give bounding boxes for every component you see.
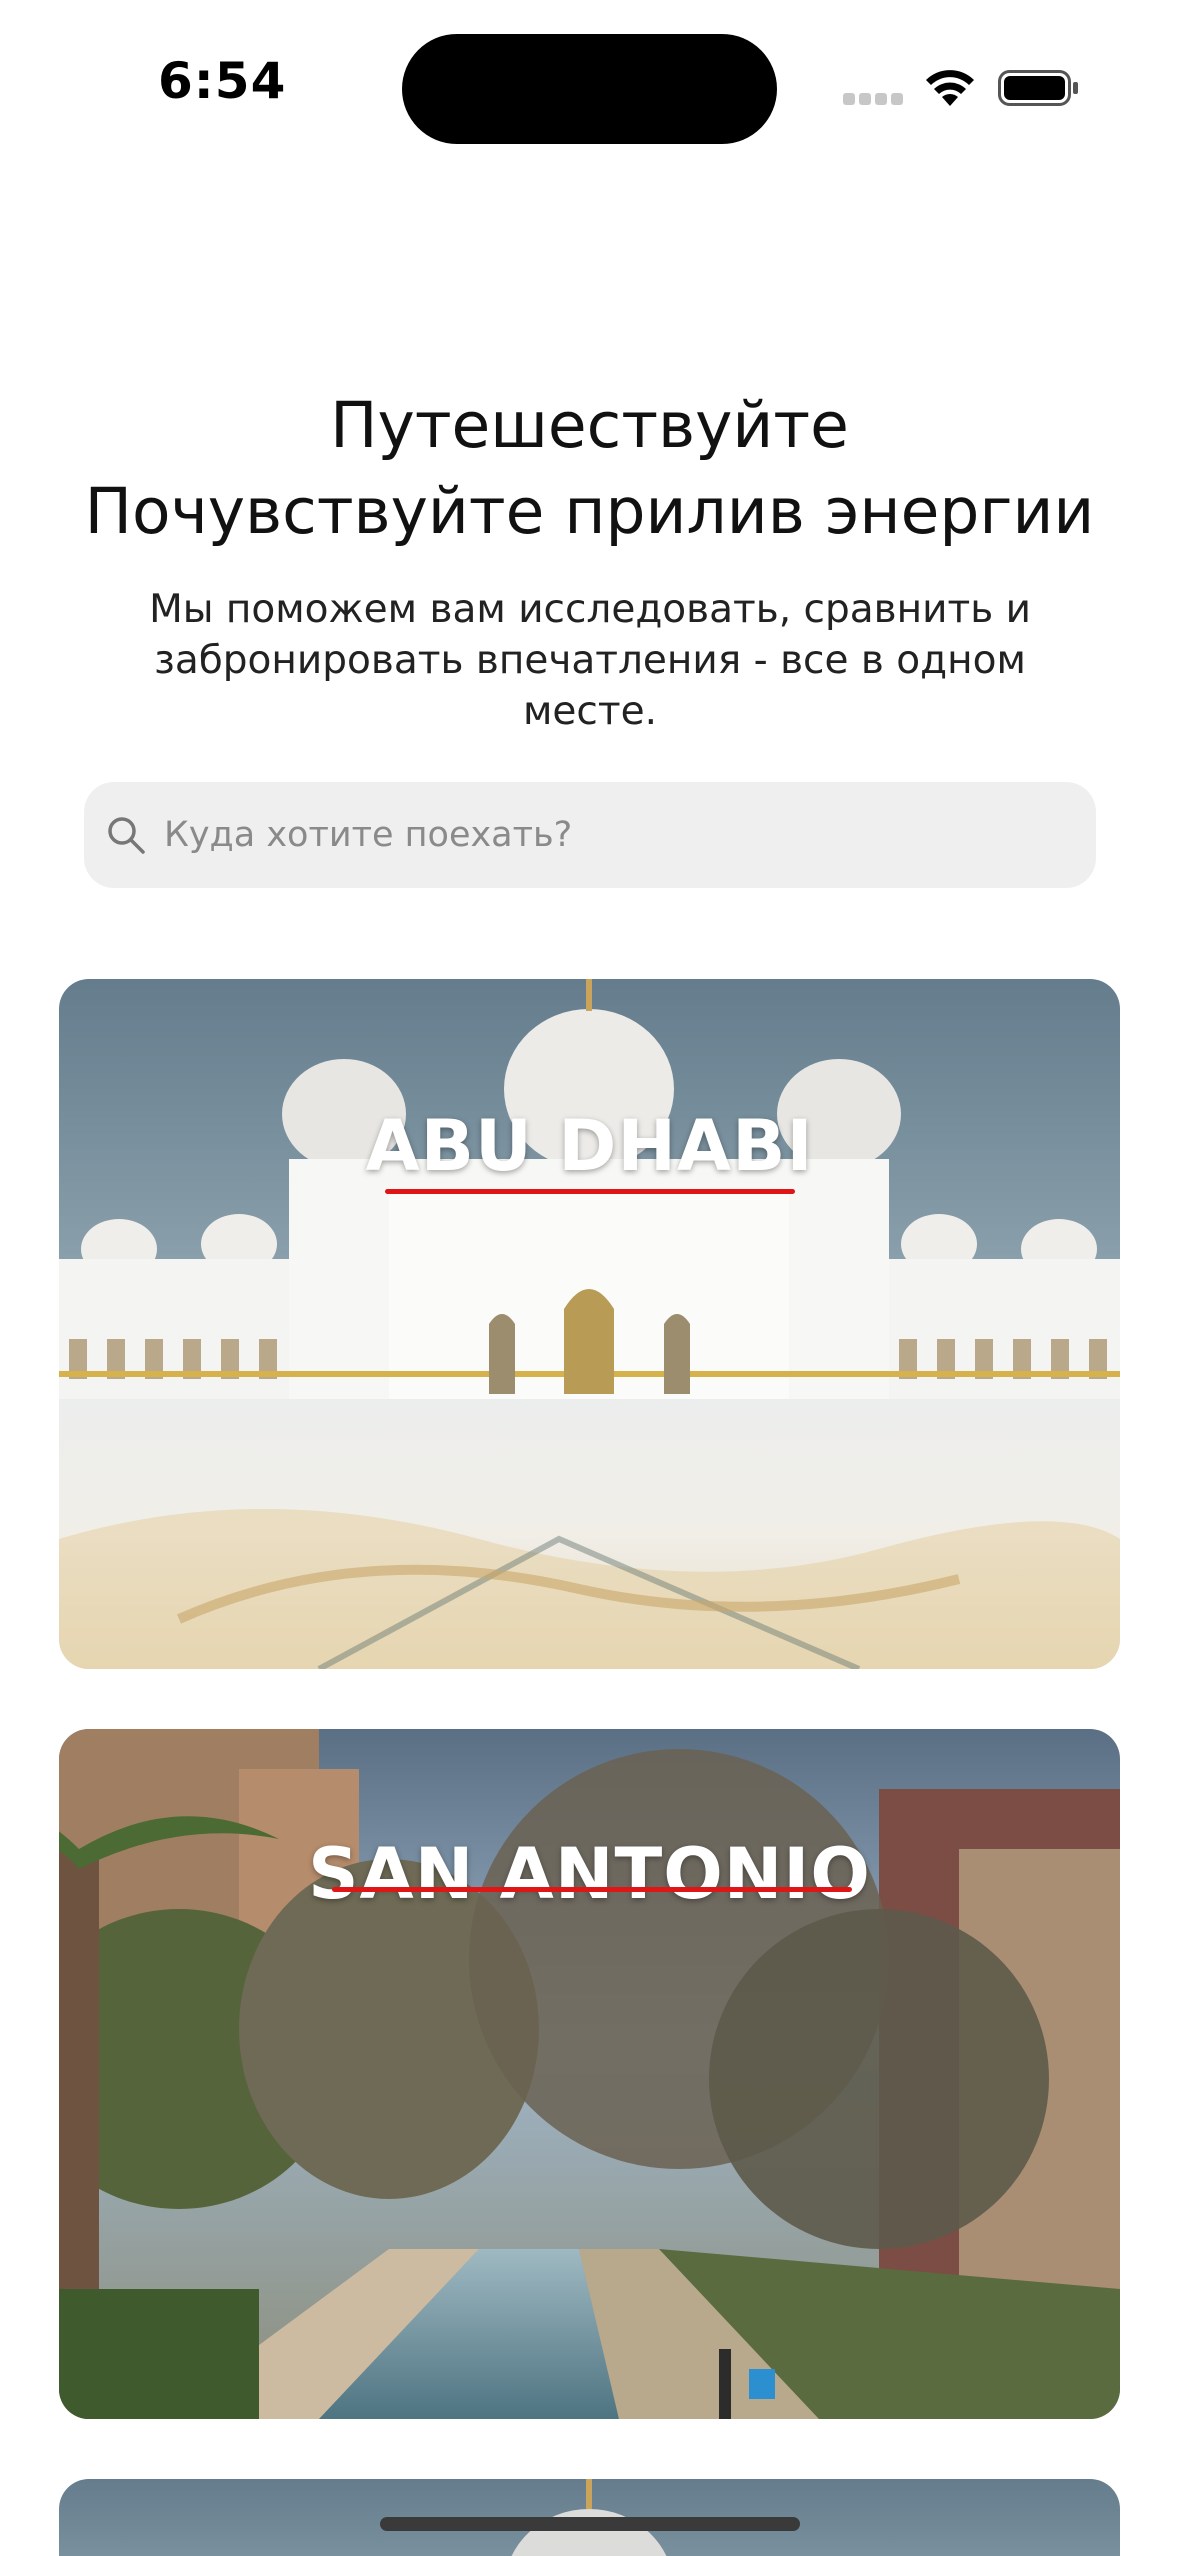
dynamic-island	[402, 34, 777, 144]
search-bar[interactable]	[84, 782, 1096, 888]
title-underline	[332, 1887, 852, 1892]
search-input[interactable]	[162, 814, 1046, 856]
destination-card-abu-dhabi[interactable]: ABU DHABI	[59, 979, 1120, 1669]
battery-icon	[998, 70, 1078, 106]
home-indicator[interactable]	[380, 2517, 800, 2531]
page-title: Путешествуйте	[330, 389, 849, 462]
signal-icon	[843, 93, 905, 107]
title-underline	[385, 1189, 795, 1194]
search-icon	[108, 817, 145, 854]
page-tagline: Почувствуйте прилив энергии	[84, 475, 1095, 548]
destination-title: SAN ANTONIO	[308, 1833, 871, 1915]
page-subtitle: Мы поможем вам исследовать, сравнить и з…	[149, 587, 1031, 734]
destination-image-abu-dhabi	[59, 979, 1120, 1669]
wifi-icon	[926, 70, 974, 106]
status-time: 6:54	[158, 52, 287, 110]
destination-title: ABU DHABI	[365, 1105, 814, 1187]
app-screen: 6:54 Путешествуйте Почувствуйте прилив э…	[0, 0, 1179, 2556]
destination-card-san-antonio[interactable]: SAN ANTONIO	[59, 1729, 1120, 2419]
